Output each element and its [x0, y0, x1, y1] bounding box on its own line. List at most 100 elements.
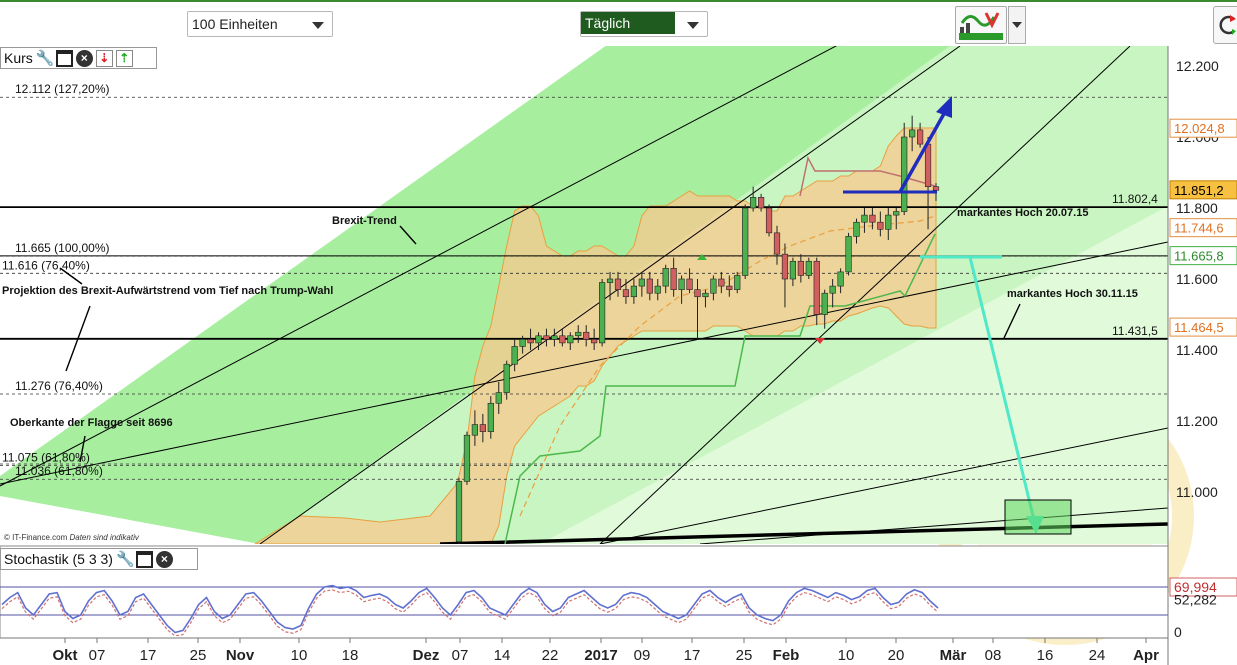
candle — [455, 477, 463, 544]
chart-area[interactable]: 12.112 (127,20%) 11.665 (100,00%) 11.616 (… — [0, 46, 1237, 665]
candle-body — [455, 481, 463, 543]
price-panel-title: Kurs — [4, 50, 33, 66]
chevron-down-icon — [312, 22, 324, 29]
candle-body — [853, 221, 860, 237]
candle-body — [702, 292, 709, 298]
candle-body — [479, 424, 486, 432]
candle-body — [909, 129, 916, 138]
candle-body — [734, 275, 741, 290]
x-tick-label: 14 — [494, 647, 511, 664]
candle-body — [614, 278, 622, 290]
candle-body — [726, 285, 733, 290]
candle-body — [932, 186, 940, 191]
chart-tools-menu-button[interactable] — [1008, 6, 1026, 44]
wrench-icon[interactable]: 🔧 — [36, 50, 55, 67]
candle-body — [527, 339, 534, 344]
credit-line: © IT-Finance.com Daten sind indikativ — [4, 533, 139, 542]
price-badge-label: 11.851,2 — [1174, 183, 1224, 198]
fib-level-label: 11.075 (61,80%) — [2, 450, 90, 464]
annotation-high-2015-11: markantes Hoch 30.11.15 — [1007, 288, 1138, 300]
x-tick-label: 07 — [452, 647, 469, 664]
disclaimer-text: Daten sind indikativ — [69, 533, 139, 542]
interval-dropdown[interactable]: Täglich — [580, 11, 708, 37]
candle-body — [773, 232, 781, 255]
annotation-high-2015-07: markantes Hoch 20.07.15 — [957, 207, 1088, 219]
price-badge-label: 11.665,8 — [1174, 249, 1224, 264]
move-down-icon[interactable]: ⇣ — [95, 49, 113, 67]
candle-body — [598, 282, 606, 344]
candle-body — [503, 363, 510, 393]
x-tick-label: 25 — [190, 647, 207, 664]
price-badge-label: 12.024,8 — [1174, 121, 1225, 136]
x-tick-label: 09 — [634, 647, 651, 664]
line-value-label: 11.802,4 — [1112, 192, 1158, 206]
candle-body — [877, 221, 884, 230]
candle-body — [718, 278, 725, 287]
chart-tools-icon — [959, 12, 1003, 40]
candle-body — [567, 335, 574, 344]
close-icon[interactable]: × — [155, 550, 173, 568]
candle-body — [797, 260, 804, 276]
candle-body — [670, 268, 677, 290]
candle-body — [543, 335, 550, 340]
x-tick-label: 22 — [542, 647, 559, 664]
price-panel-header: Kurs 🔧 × ⇣ ⇡ — [0, 47, 157, 69]
candle-body — [916, 129, 924, 145]
candle-body — [813, 260, 820, 315]
y-tick-label: 11.800 — [1176, 200, 1218, 216]
annotation-flag: Oberkante der Flagge seit 8696 — [10, 417, 173, 429]
fib-level-label: 11.276 (76,40%) — [15, 379, 103, 393]
y-tick-label: 11.600 — [1176, 271, 1218, 287]
units-dropdown[interactable]: 100 Einheiten — [187, 11, 333, 37]
fib-level-label: 11.665 (100,00%) — [15, 241, 110, 255]
interval-value: Täglich — [581, 12, 675, 34]
candle-body — [710, 278, 717, 294]
candle-body — [893, 211, 900, 216]
stoch-tick-label: 52,282 — [1174, 591, 1217, 607]
x-tick-label: Okt — [52, 647, 77, 664]
candle-body — [662, 268, 669, 287]
candle-body — [742, 207, 749, 276]
x-tick-label: 24 — [1089, 647, 1106, 664]
candle-body — [837, 271, 844, 287]
credit-text: © IT-Finance.com — [4, 533, 68, 542]
fib-level-label: 12.112 (127,20%) — [15, 82, 110, 96]
candle-body — [559, 335, 566, 344]
x-tick-label: Apr — [1133, 647, 1159, 664]
window-icon[interactable] — [135, 550, 153, 568]
candle-body — [622, 289, 630, 298]
candle — [463, 431, 471, 485]
candle-body — [654, 285, 661, 294]
candle-body — [487, 402, 494, 432]
candle — [765, 204, 773, 237]
window-icon[interactable] — [55, 49, 73, 67]
candle-body — [583, 331, 590, 340]
candle-body — [463, 434, 471, 482]
candle-body — [869, 214, 876, 223]
candle-body — [821, 292, 828, 315]
x-tick-label: 2017 — [584, 647, 617, 664]
chart-tools-button[interactable] — [955, 6, 1007, 44]
top-toolbar: 100 Einheiten Täglich — [0, 0, 1237, 46]
target-box — [1004, 499, 1072, 535]
candle-body — [750, 197, 757, 209]
candle-body — [694, 289, 701, 298]
candle-body — [606, 278, 614, 283]
candle-body — [678, 278, 685, 290]
x-tick-label: 08 — [985, 647, 1002, 664]
move-up-icon[interactable]: ⇡ — [115, 49, 133, 67]
close-icon[interactable]: × — [75, 49, 93, 67]
candle-body — [885, 214, 892, 230]
candle-body — [781, 253, 789, 280]
candle-body — [789, 260, 796, 280]
refresh-button[interactable] — [1213, 6, 1237, 44]
x-tick-label: Nov — [226, 647, 255, 664]
candle-body — [765, 207, 773, 234]
stoch-panel-title: Stochastik (5 3 3) — [4, 551, 113, 567]
x-tick-label: 10 — [291, 647, 308, 664]
x-tick-label: Dez — [413, 647, 440, 664]
y-tick-label: 11.000 — [1176, 484, 1218, 500]
wrench-icon[interactable]: 🔧 — [116, 551, 135, 568]
price-badge-label: 11.744,6 — [1174, 221, 1224, 236]
x-tick-label: 20 — [888, 647, 905, 664]
